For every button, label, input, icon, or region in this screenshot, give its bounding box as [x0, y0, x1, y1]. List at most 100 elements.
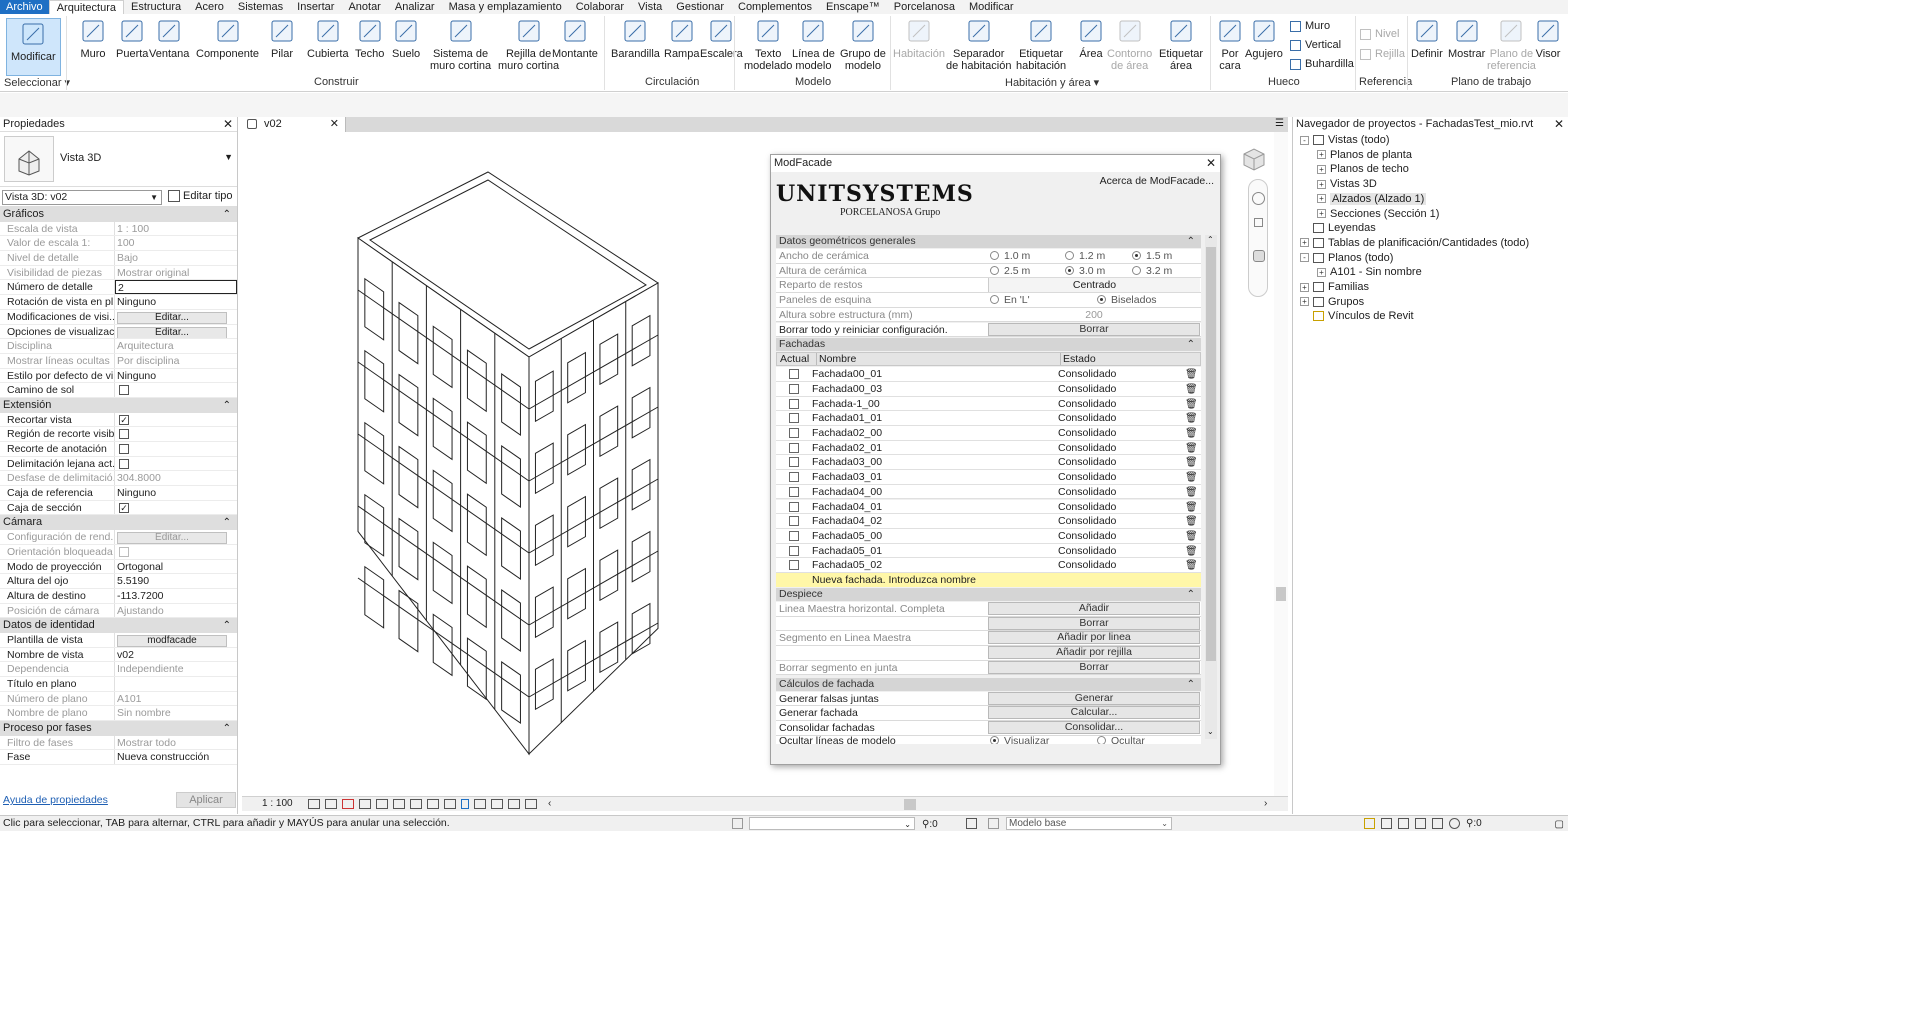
delete-icon[interactable]: 🗑	[1185, 368, 1198, 382]
reveal-hidden-icon[interactable]	[461, 799, 469, 809]
menu-masa-y-emplazamiento[interactable]: Masa y emplazamiento	[442, 0, 569, 14]
fachada-row[interactable]: Fachada04_00 Consolidado 🗑	[776, 484, 1201, 500]
delete-icon[interactable]: 🗑	[1185, 486, 1198, 500]
generar-button[interactable]: Generar	[988, 691, 1200, 705]
property-checkbox[interactable]: ✓	[119, 502, 129, 513]
section-fachadas[interactable]: Fachadas	[776, 338, 1201, 352]
expand-icon[interactable]: +	[1317, 267, 1326, 277]
fachada-row[interactable]: Fachada04_02 Consolidado 🗑	[776, 514, 1201, 529]
consolidar-button[interactable]: Consolidar...	[988, 720, 1200, 734]
property-value[interactable]	[115, 677, 237, 691]
lock-view-icon[interactable]	[427, 799, 439, 809]
pilar-button[interactable]: Pilar	[269, 18, 295, 60]
delete-icon[interactable]: 🗑	[1185, 398, 1198, 412]
radio-ocultar[interactable]	[1097, 735, 1106, 744]
section-extension[interactable]: Extensión	[0, 397, 237, 413]
tree-node-familias[interactable]: + Familias	[1300, 281, 1369, 294]
menu-estructura[interactable]: Estructura	[124, 0, 188, 14]
menu-colaborar[interactable]: Colaborar	[569, 0, 631, 14]
filter-icon[interactable]: ⚲:0	[1466, 818, 1482, 829]
menu-complementos[interactable]: Complementos	[731, 0, 819, 14]
tree-node-vinculos-de-revit[interactable]: Vínculos de Revit	[1300, 310, 1414, 323]
componente-button[interactable]: Componente	[196, 18, 259, 60]
section-despiece[interactable]: Despiece	[776, 588, 1201, 601]
temp-view-props-icon[interactable]	[474, 799, 486, 809]
property-checkbox[interactable]	[119, 429, 129, 440]
expand-icon[interactable]: +	[1317, 209, 1326, 219]
close-icon[interactable]: ✕	[1206, 155, 1216, 172]
collapse-icon[interactable]: -	[1300, 135, 1309, 145]
vertical-button[interactable]: Vertical	[1290, 39, 1341, 51]
menu-acero[interactable]: Acero	[188, 0, 231, 14]
workset-dropdown[interactable]: ⌄	[749, 817, 915, 830]
ventana-button[interactable]: Ventana	[149, 18, 189, 60]
scroll-up-icon[interactable]: ⌃	[1207, 235, 1214, 244]
borrar-button[interactable]: Borrar	[988, 660, 1200, 674]
editable-only-icon[interactable]: ⚲:0	[922, 817, 938, 832]
analytical-model-icon[interactable]	[508, 799, 520, 809]
property-value[interactable]: Ninguno	[115, 369, 237, 383]
tree-node-vistas-3d[interactable]: + Vistas 3D	[1317, 178, 1377, 191]
view-vertical-scrollbar[interactable]	[1274, 132, 1288, 796]
fachada-row[interactable]: Fachada01_01 Consolidado 🗑	[776, 411, 1201, 426]
dialog-scrollbar[interactable]: ⌃ ⌄	[1205, 235, 1217, 739]
menu-gestionar[interactable]: Gestionar	[669, 0, 731, 14]
zoom-icon[interactable]	[1254, 218, 1263, 227]
nivel-button[interactable]: Nivel	[1360, 28, 1399, 40]
actual-checkbox[interactable]	[789, 560, 799, 571]
menu-arquitectura[interactable]: Arquitectura	[48, 0, 124, 15]
actual-checkbox[interactable]	[789, 486, 799, 497]
property-edit-button[interactable]: modfacade	[117, 634, 227, 647]
actual-checkbox[interactable]	[789, 530, 799, 541]
menu-porcelanosa[interactable]: Porcelanosa	[887, 0, 962, 14]
fachada-row[interactable]: Fachada05_00 Consolidado 🗑	[776, 528, 1201, 544]
delete-icon[interactable]: 🗑	[1185, 545, 1198, 559]
montante-button[interactable]: Montante	[552, 18, 598, 60]
selection-toggles[interactable]: ⚲:0	[1364, 818, 1482, 829]
plano-de-referencia-button[interactable]: Plano de referencia	[1487, 18, 1536, 72]
temp-hide-icon[interactable]	[444, 799, 456, 809]
delete-icon[interactable]: 🗑	[1185, 501, 1198, 515]
view-control-icons[interactable]	[308, 799, 537, 809]
menu-anotar[interactable]: Anotar	[341, 0, 387, 14]
property-edit-button[interactable]: Editar...	[117, 326, 227, 339]
techo-button[interactable]: Techo	[355, 18, 384, 60]
actual-checkbox[interactable]	[789, 369, 799, 380]
type-selector[interactable]: Vista 3D ▼	[0, 132, 237, 187]
show-crop-icon[interactable]	[410, 799, 422, 809]
select-underlay-icon[interactable]	[1381, 818, 1392, 829]
property-value[interactable]	[115, 427, 237, 441]
new-fachada-row[interactable]: Nueva fachada. Introduzca nombre	[776, 573, 1201, 587]
section-calculos[interactable]: Cálculos de fachada	[776, 677, 1201, 691]
constraints-icon[interactable]	[525, 799, 537, 809]
fachada-row[interactable]: Fachada-1_00 Consolidado 🗑	[776, 396, 1201, 412]
property-checkbox[interactable]	[119, 385, 129, 396]
contorno-de-area-button[interactable]: Contorno de área	[1107, 18, 1152, 72]
sistema-de-muro-cortina-button[interactable]: Sistema de muro cortina	[430, 18, 491, 72]
fachada-row[interactable]: Fachada00_03 Consolidado 🗑	[776, 381, 1201, 397]
definir-button[interactable]: Definir	[1411, 18, 1443, 60]
background-process-icon[interactable]	[1449, 818, 1460, 829]
etiquetar-habitacion-button[interactable]: Etiquetar habitación	[1016, 18, 1066, 72]
property-value[interactable]: Editar...	[115, 310, 237, 324]
actual-checkbox[interactable]	[789, 501, 799, 512]
tree-node-vistas-todo[interactable]: - Vistas (todo)	[1300, 134, 1390, 147]
property-edit-button[interactable]: Editar...	[117, 311, 227, 324]
radio-en-l[interactable]	[990, 295, 999, 305]
instance-selector[interactable]: Vista 3D: v02 ▼	[2, 190, 162, 205]
ribbon-group-habitacion-y-area[interactable]: Habitación y área ▾	[1005, 76, 1099, 89]
actual-checkbox[interactable]	[789, 472, 799, 483]
property-value[interactable]	[115, 457, 237, 471]
actual-checkbox[interactable]	[789, 545, 799, 556]
sun-path-icon[interactable]	[342, 799, 354, 809]
radio-visualizar[interactable]	[990, 735, 999, 744]
actual-checkbox[interactable]	[789, 442, 799, 453]
tree-node-tablas-de-planificacion-cantidades-todo[interactable]: + Tablas de planificación/Cantidades (tod…	[1300, 237, 1529, 250]
scroll-down-icon[interactable]: ⌄	[1207, 727, 1214, 736]
view-cube[interactable]	[1240, 145, 1268, 173]
tree-node-planos-de-planta[interactable]: + Planos de planta	[1317, 149, 1412, 162]
detail-level-icon[interactable]	[308, 799, 320, 809]
property-value[interactable]: modfacade	[115, 633, 237, 647]
property-value[interactable]: ✓	[115, 501, 237, 515]
visor-button[interactable]: Visor	[1535, 18, 1561, 60]
